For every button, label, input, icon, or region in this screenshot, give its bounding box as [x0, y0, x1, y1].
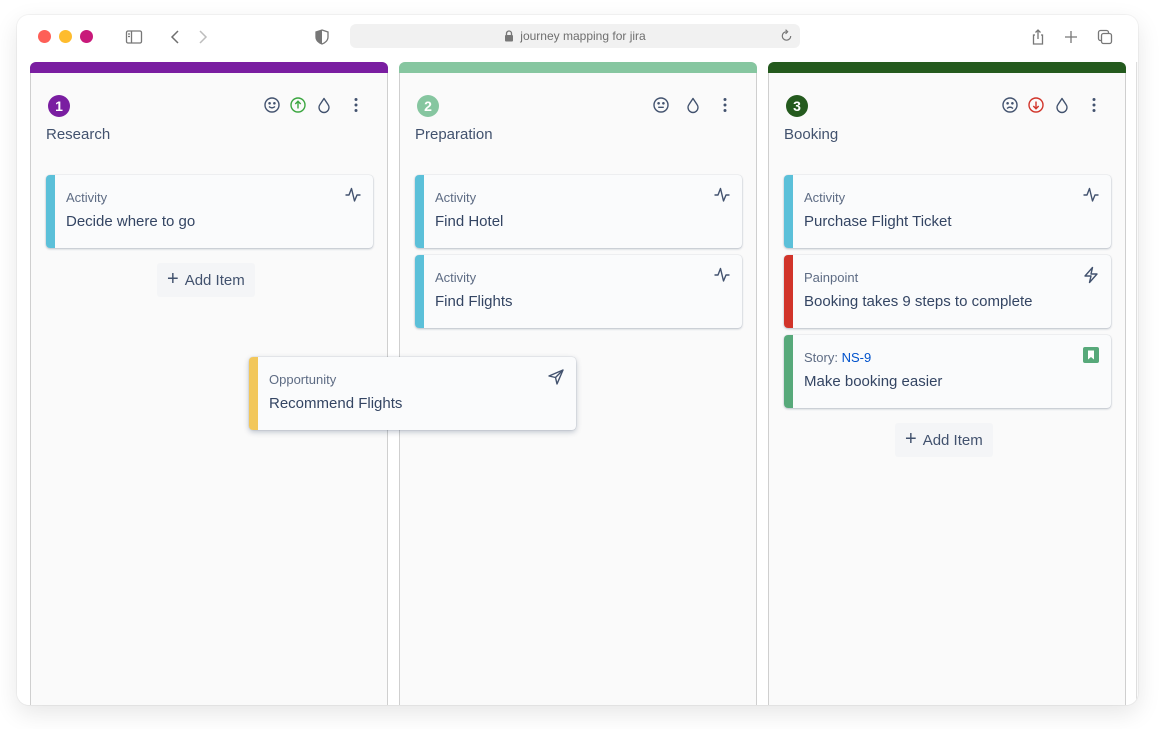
stage-title: Booking	[784, 126, 839, 143]
stage-actions	[652, 96, 734, 114]
more-options-icon[interactable]	[716, 96, 734, 114]
card-type-label: Story:	[804, 350, 838, 365]
issue-key-link[interactable]: NS-9	[842, 350, 872, 365]
activity-icon	[713, 186, 731, 204]
activity-icon	[344, 186, 362, 204]
card-type-stripe	[249, 357, 258, 430]
step-number-badge: 2	[417, 95, 439, 117]
journey-card[interactable]: Activity Decide where to go	[46, 175, 373, 248]
card-type: Opportunity	[269, 372, 337, 387]
lock-icon	[505, 30, 514, 42]
card-type: Activity	[435, 270, 477, 285]
url-text: journey mapping for jira	[520, 29, 646, 43]
add-item-label: Add Item	[184, 271, 245, 289]
card-title: Make booking easier	[804, 373, 943, 390]
add-item-button[interactable]: + Add Item	[895, 423, 993, 457]
more-options-icon[interactable]	[347, 96, 365, 114]
chevron-right-icon[interactable]	[192, 27, 212, 47]
activity-icon	[1082, 186, 1100, 204]
card-title: Decide where to go	[66, 213, 196, 230]
plus-icon: +	[167, 268, 179, 290]
card-title: Find Hotel	[435, 213, 504, 230]
reload-icon[interactable]	[779, 28, 794, 43]
card-type-stripe	[46, 175, 55, 248]
stage-color-bar	[768, 62, 1126, 73]
add-item-label: Add Item	[922, 431, 983, 449]
neutral-face-icon[interactable]	[652, 96, 670, 114]
card-type-stripe	[784, 335, 793, 408]
address-bar[interactable]: journey mapping for jira	[350, 24, 800, 48]
journey-card[interactable]: Story: NS-9 Make booking easier	[784, 335, 1111, 408]
sad-face-icon[interactable]	[1001, 96, 1019, 114]
send-icon	[547, 368, 565, 386]
trend-up-icon[interactable]	[289, 96, 307, 114]
card-type-stripe	[415, 255, 424, 328]
add-item-button[interactable]: + Add Item	[157, 263, 255, 297]
activity-icon	[713, 266, 731, 284]
jira-story-icon	[1082, 346, 1100, 364]
chevron-left-icon[interactable]	[166, 27, 186, 47]
stage-color-bar	[30, 62, 388, 73]
trend-down-icon[interactable]	[1027, 96, 1045, 114]
journey-card[interactable]: Activity Find Flights	[415, 255, 742, 328]
shield-icon[interactable]	[312, 27, 332, 47]
browser-window: journey mapping for jira 1 Research Acti…	[17, 15, 1138, 705]
journey-card[interactable]: Activity Find Hotel	[415, 175, 742, 248]
stage-color-bar	[399, 62, 757, 73]
step-number-badge: 3	[786, 95, 808, 117]
droplet-icon[interactable]	[684, 96, 702, 114]
stage-title: Research	[46, 126, 111, 143]
close-window-button[interactable]	[38, 30, 51, 43]
card-type: Painpoint	[804, 270, 859, 285]
journey-card[interactable]: Activity Purchase Flight Ticket	[784, 175, 1111, 248]
card-title: Recommend Flights	[269, 395, 403, 412]
next-column-edge	[1136, 62, 1138, 705]
sidebar-icon[interactable]	[124, 27, 144, 47]
card-title: Find Flights	[435, 293, 513, 310]
card-title: Purchase Flight Ticket	[804, 213, 952, 230]
card-type: Activity	[435, 190, 477, 205]
step-number-badge: 1	[48, 95, 70, 117]
card-type: Activity	[66, 190, 108, 205]
card-title: Booking takes 9 steps to complete	[804, 293, 1033, 310]
lightning-icon	[1082, 266, 1100, 284]
minimize-window-button[interactable]	[59, 30, 72, 43]
share-icon[interactable]	[1028, 27, 1048, 47]
stage-actions	[1001, 96, 1103, 114]
card-type-stripe	[784, 175, 793, 248]
tabs-overview-icon[interactable]	[1095, 27, 1115, 47]
card-type: Story: NS-9	[804, 350, 871, 365]
zoom-window-button[interactable]	[80, 30, 93, 43]
stage-actions	[263, 96, 365, 114]
happy-face-icon[interactable]	[263, 96, 281, 114]
card-type-stripe	[784, 255, 793, 328]
plus-icon: +	[905, 428, 917, 450]
dragging-card[interactable]: Opportunity Recommend Flights	[249, 357, 576, 430]
droplet-icon[interactable]	[1053, 96, 1071, 114]
stage-title: Preparation	[415, 126, 493, 143]
card-type-stripe	[415, 175, 424, 248]
journey-board: 1 Research Activity Decide where to go +…	[17, 62, 1138, 705]
browser-toolbar: journey mapping for jira	[17, 15, 1138, 59]
droplet-icon[interactable]	[315, 96, 333, 114]
card-type: Activity	[804, 190, 846, 205]
more-options-icon[interactable]	[1085, 96, 1103, 114]
journey-card[interactable]: Painpoint Booking takes 9 steps to compl…	[784, 255, 1111, 328]
plus-icon[interactable]	[1061, 27, 1081, 47]
stage-column-booking: 3 Booking Activity Purchase Flight Ticke…	[768, 62, 1126, 705]
